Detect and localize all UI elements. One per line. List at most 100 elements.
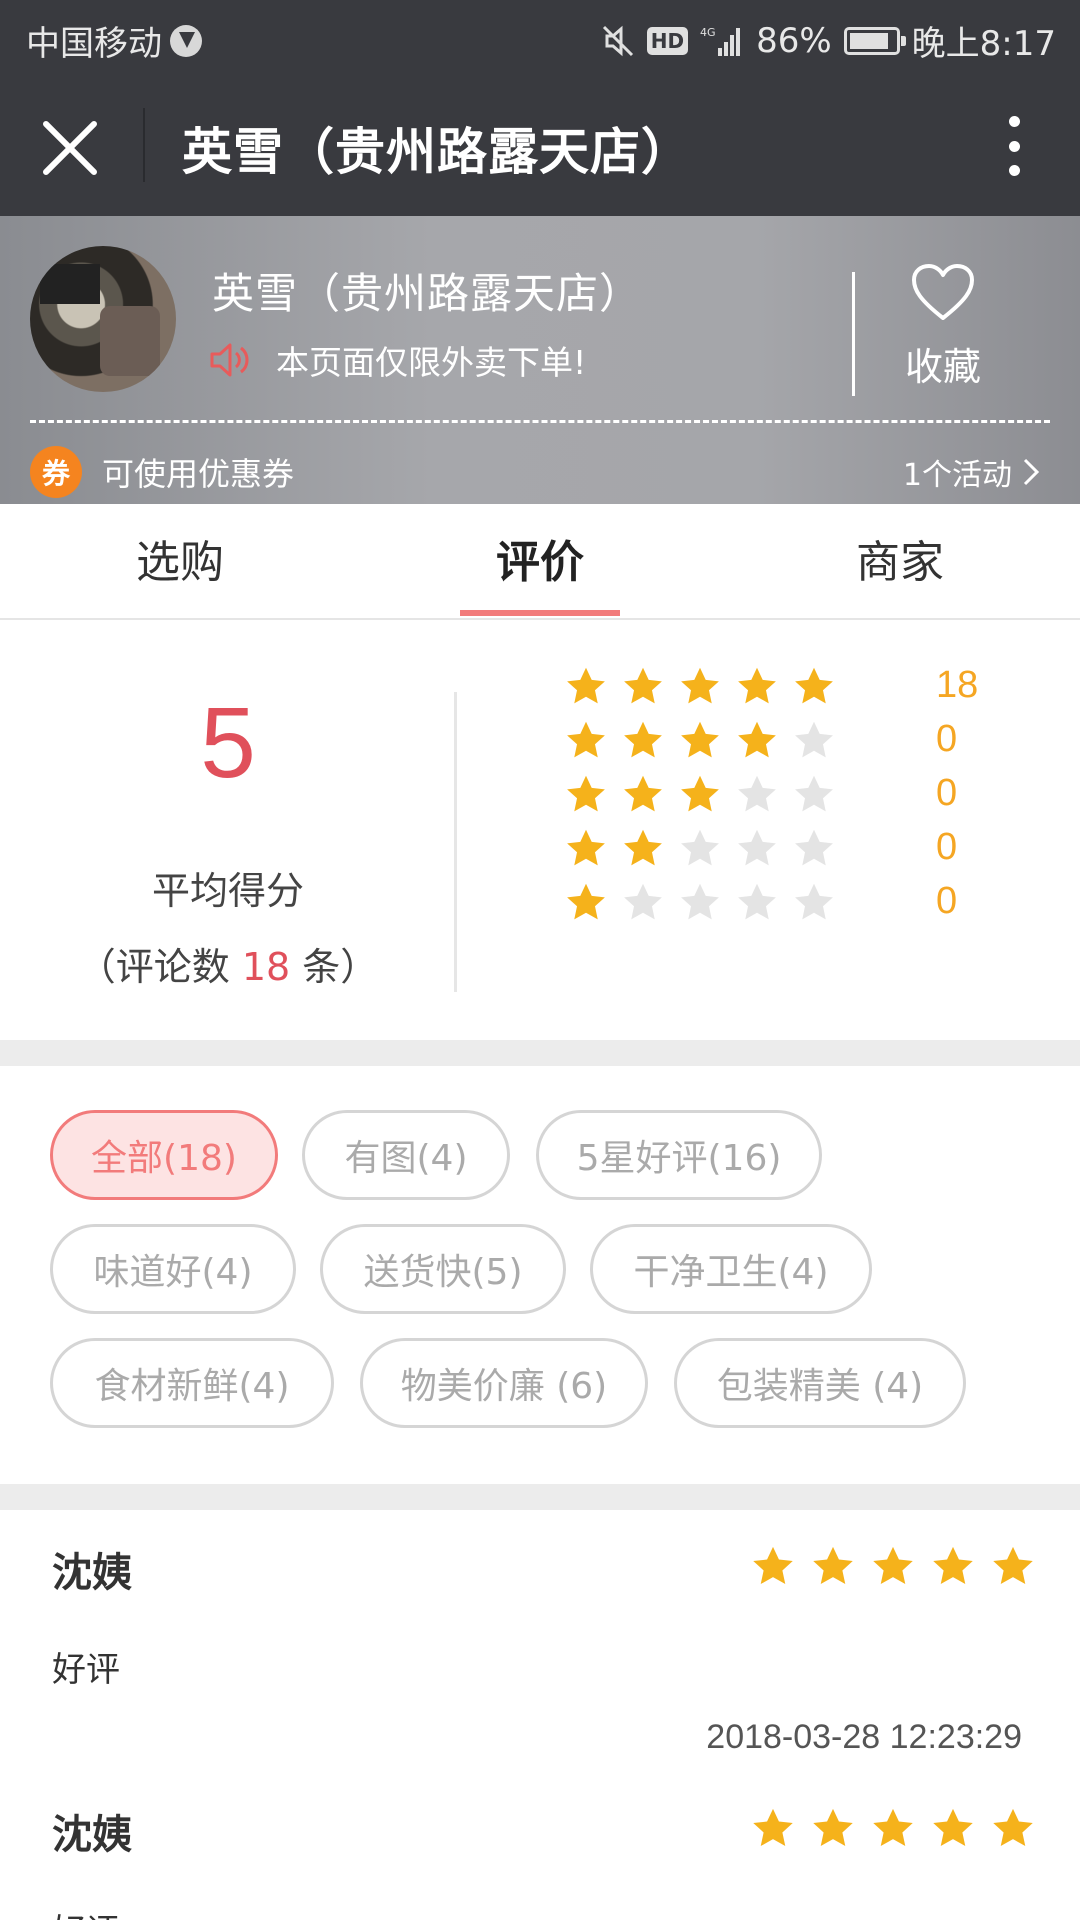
tag-fast-delivery[interactable]: 送货快(5) <box>320 1224 566 1314</box>
tag-five-star[interactable]: 5星好评(16) <box>536 1110 822 1200</box>
star-empty-icon <box>681 883 719 920</box>
speaker-icon <box>210 343 249 377</box>
tag-tasty[interactable]: 味道好(4) <box>50 1224 296 1314</box>
carrier-info: 中国移动 <box>26 16 202 65</box>
star-empty-icon <box>795 775 833 812</box>
star-filled-icon <box>993 1808 1033 1847</box>
distribution-count: 0 <box>936 772 958 814</box>
carrier-name: 中国移动 <box>26 24 162 64</box>
star-empty-icon <box>795 829 833 866</box>
coupon-text: 可使用优惠券 <box>102 455 295 493</box>
star-filled-icon <box>813 1808 853 1847</box>
distribution-stars <box>564 665 836 709</box>
battery-percent: 86% <box>756 20 832 61</box>
star-filled-icon <box>873 1546 913 1585</box>
star-filled-icon <box>738 667 776 704</box>
star-filled-icon <box>567 883 605 920</box>
favorite-button[interactable]: 收藏 <box>888 262 998 391</box>
signal-icon: 4G <box>700 24 744 58</box>
star-empty-icon <box>795 721 833 758</box>
star-filled-icon <box>567 721 605 758</box>
review-rating <box>750 1544 1036 1590</box>
active-tab-indicator <box>460 610 620 616</box>
distribution-count: 18 <box>936 664 979 706</box>
star-filled-icon <box>738 721 776 758</box>
header-divider <box>852 272 855 396</box>
tab-reviews[interactable]: 评价 <box>440 526 640 590</box>
star-filled-icon <box>753 1546 793 1585</box>
distribution-count: 0 <box>936 880 958 922</box>
distribution-count: 0 <box>936 718 958 760</box>
average-score: 5 <box>200 687 256 799</box>
battery-icon <box>843 26 906 55</box>
star-filled-icon <box>873 1808 913 1847</box>
tab-shop[interactable]: 选购 <box>80 526 280 590</box>
title-bar: 英雪（贵州路露天店） <box>0 74 1080 216</box>
star-filled-icon <box>681 721 719 758</box>
star-filled-icon <box>813 1546 853 1585</box>
tab-merchant[interactable]: 商家 <box>800 526 1000 590</box>
distribution-row: 0 <box>564 770 1004 820</box>
star-filled-icon <box>567 829 605 866</box>
section-gap <box>0 1484 1080 1510</box>
tag-clean[interactable]: 干净卫生(4) <box>590 1224 872 1314</box>
tag-nice-packaging[interactable]: 包装精美 (4) <box>674 1338 966 1428</box>
tab-bar: 选购 评价 商家 <box>0 504 1080 620</box>
more-vertical-icon <box>1008 116 1020 127</box>
star-filled-icon <box>681 775 719 812</box>
review-count: （评论数 18 条） <box>0 936 456 991</box>
distribution-row: 18 <box>564 662 1004 712</box>
coupon-badge: 券 <box>30 446 82 498</box>
review-text: 好评 <box>52 1650 120 1690</box>
rating-summary: 5 平均得分 （评论数 18 条） 18 0 0 0 0 <box>0 622 1080 1040</box>
star-filled-icon <box>567 667 605 704</box>
tag-all[interactable]: 全部(18) <box>50 1110 278 1200</box>
star-empty-icon <box>738 775 776 812</box>
star-filled-icon <box>681 667 719 704</box>
review-count-prefix: （评论数 <box>77 945 242 989</box>
clock: 晚上8:17 <box>911 24 1056 64</box>
close-button[interactable] <box>36 112 108 184</box>
dashed-divider <box>30 420 1050 423</box>
status-icons: HD 4G 86% 晚上8:17 <box>601 16 1056 65</box>
review-count-suffix: 条） <box>290 945 379 989</box>
tag-good-value[interactable]: 物美价廉 (6) <box>360 1338 648 1428</box>
coupon-row[interactable]: 券 可使用优惠券 1个活动 <box>30 446 1050 498</box>
hd-badge: HD <box>646 26 689 55</box>
tag-fresh[interactable]: 食材新鲜(4) <box>50 1338 334 1428</box>
star-filled-icon <box>567 775 605 812</box>
reviewer-name: 沈姨 <box>52 1812 132 1858</box>
distribution-row: 0 <box>564 878 1004 928</box>
distribution-stars <box>564 719 836 763</box>
shop-name: 英雪（贵州路露天店） <box>212 269 643 318</box>
distribution-row: 0 <box>564 716 1004 766</box>
shop-notice: 本页面仅限外卖下单! <box>208 336 586 384</box>
star-empty-icon <box>738 883 776 920</box>
tag-with-photos[interactable]: 有图(4) <box>302 1110 510 1200</box>
average-label: 平均得分 <box>151 869 304 913</box>
title-divider <box>143 108 145 182</box>
chevron-right-icon <box>1023 458 1040 486</box>
star-filled-icon <box>933 1808 973 1847</box>
star-filled-icon <box>624 829 662 866</box>
mute-icon <box>601 24 635 58</box>
distribution-count: 0 <box>936 826 958 868</box>
star-filled-icon <box>624 667 662 704</box>
reviewer-name: 沈姨 <box>52 1550 132 1596</box>
more-button[interactable] <box>984 112 1044 180</box>
activity-link[interactable]: 1个活动 <box>903 450 1040 494</box>
star-empty-icon <box>738 829 776 866</box>
review-date: 2018-03-28 12:23:29 <box>706 1718 1022 1756</box>
star-empty-icon <box>681 829 719 866</box>
star-empty-icon <box>624 883 662 920</box>
page-title: 英雪（贵州路露天店） <box>182 123 692 181</box>
star-filled-icon <box>753 1808 793 1847</box>
filter-tags: 全部(18) 有图(4) 5星好评(16) 味道好(4) 送货快(5) 干净卫生… <box>0 1066 1080 1484</box>
review-list: 沈姨 好评 2018-03-28 12:23:29 沈姨 好评 <box>0 1510 1080 1920</box>
status-bar: 中国移动 HD 4G 86% 晚上8:17 <box>0 0 1080 74</box>
shop-header: 英雪（贵州路露天店） 本页面仅限外卖下单! 收藏 券 可使用优惠券 1个活动 <box>0 216 1080 504</box>
shop-avatar[interactable] <box>30 246 176 392</box>
distribution-stars <box>564 827 836 871</box>
review-text: 好评 <box>52 1904 120 1920</box>
heart-icon <box>912 264 974 320</box>
